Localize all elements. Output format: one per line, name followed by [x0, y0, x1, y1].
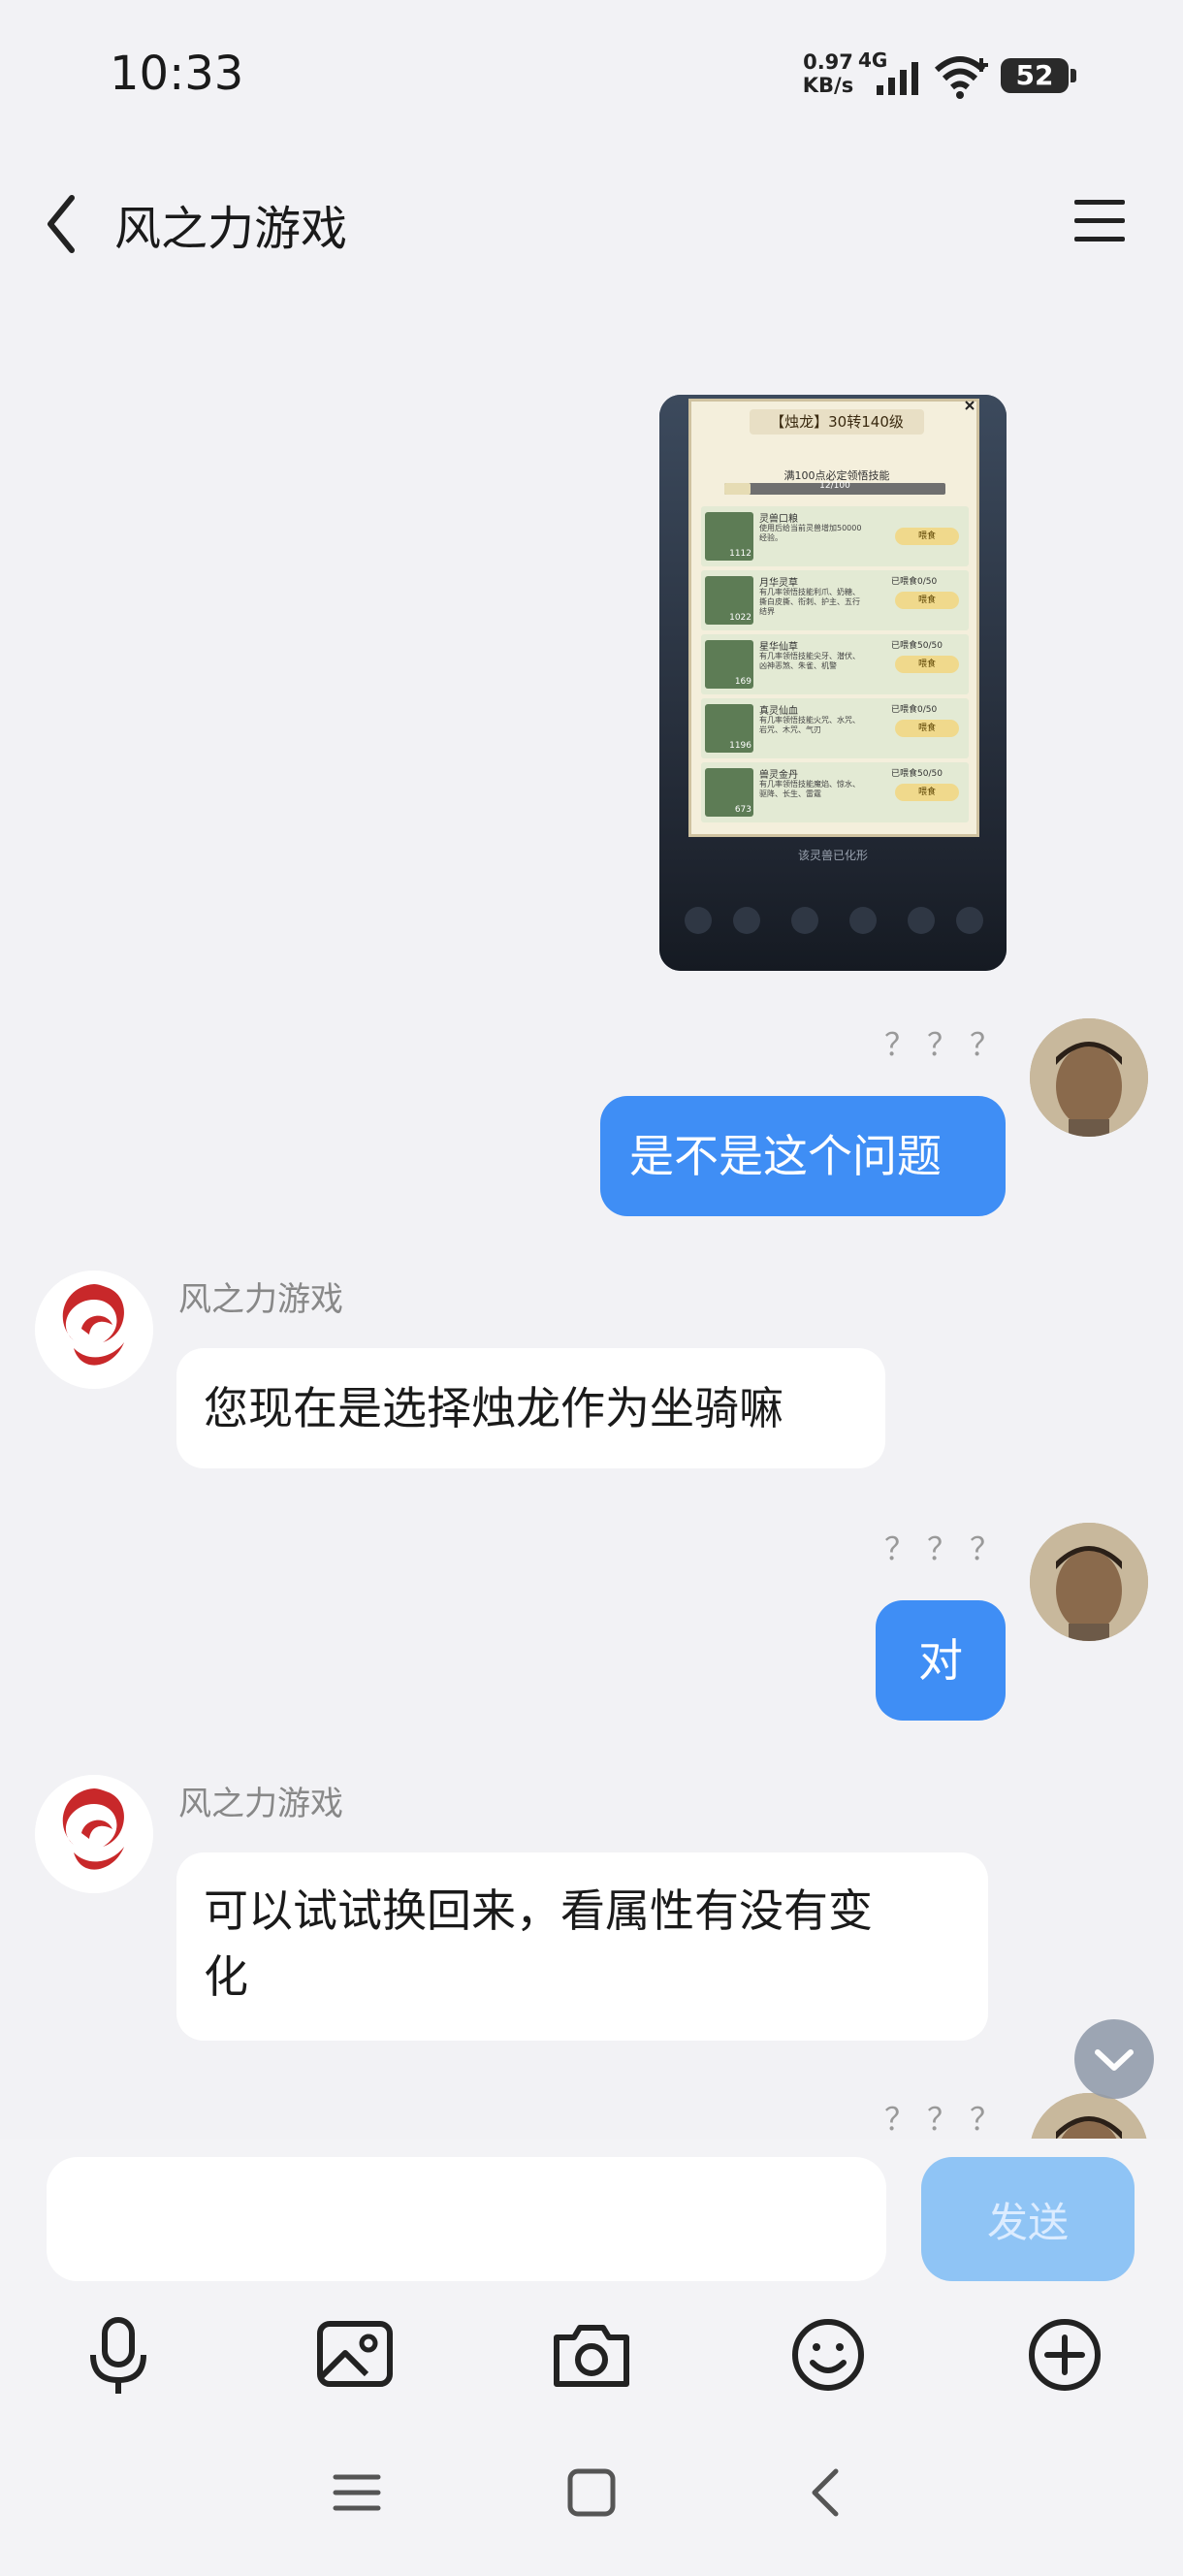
nav-home-icon[interactable]	[553, 2454, 630, 2531]
send-button[interactable]: 发送	[921, 2157, 1135, 2281]
message-text: 您现在是选择烛龙作为坐骑嘛	[204, 1382, 783, 1434]
user-avatar-image	[1030, 1523, 1148, 1641]
user-avatar-image	[1030, 1018, 1148, 1137]
item-status: 已喂食50/50	[891, 769, 943, 779]
network-speed-unit: KB/s	[802, 74, 854, 97]
chat-title: 风之力游戏	[114, 202, 348, 256]
feed-button[interactable]: 喂食	[895, 656, 959, 673]
user-avatar[interactable]	[1030, 1018, 1148, 1137]
image-footer: 该灵兽已化形	[797, 849, 868, 862]
network-speed-value: 0.97	[803, 50, 853, 74]
battery-indicator: 52	[1001, 58, 1076, 93]
message-text: 对	[918, 1634, 963, 1687]
emoji-icon[interactable]	[782, 2308, 875, 2401]
item-name: 星华仙草	[759, 642, 798, 653]
nav-menu-icon[interactable]	[318, 2454, 396, 2531]
feed-item-row: 1196 真灵仙血 已喂食0/50 有几率领悟技能火咒、水咒、岩咒、木咒、气刃 喂食	[701, 698, 969, 758]
feed-item-row: 1022 月华灵草 已喂食0/50 有几率领悟技能利爪、奶糖、撕白皮撕、衔刺、护主、五…	[701, 570, 969, 630]
sender-name: 风之力游戏	[178, 1280, 343, 1319]
read-marks: ？？？	[884, 1026, 1013, 1063]
sender-name: 风之力游戏	[178, 1785, 343, 1823]
skill-progress-bar: 12/100	[724, 481, 945, 495]
feed-button[interactable]: 喂食	[895, 720, 959, 737]
feed-item-row: 1112 灵兽口粮 使用后给当前灵兽增加50000经验。 喂食	[701, 506, 969, 566]
item-name: 灵兽口粮	[759, 514, 798, 525]
item-name: 月华灵草	[759, 578, 798, 589]
item-desc: 有几率领悟技能魔焰、惊水、驱降、长生、雷霆	[759, 780, 860, 798]
status-time: 10:33	[110, 47, 244, 101]
feed-button[interactable]: 喂食	[895, 528, 959, 545]
image-icon[interactable]	[308, 2308, 401, 2401]
game-bottom-bar	[679, 903, 987, 938]
message-text: 是不是这个问题	[629, 1130, 942, 1182]
camera-icon[interactable]	[545, 2308, 638, 2401]
bot-avatar[interactable]	[35, 1775, 153, 1893]
feed-panel: 【烛龙】30转140级 满100点必定领悟技能 12/100 1112 灵兽口粮使…	[688, 399, 979, 837]
item-desc: 使用后给当前灵兽增加50000经验。	[759, 524, 862, 542]
incoming-message-bubble[interactable]: 可以试试换回来，看属性有没有变 化	[176, 1852, 988, 2041]
item-status: 已喂食0/50	[891, 577, 938, 587]
close-icon	[834, 399, 979, 416]
message-text-line: 化	[204, 1950, 248, 2003]
item-count: 1112	[729, 549, 751, 559]
feed-item-row: 673 兽灵金丹 已喂食50/50 有几率领悟技能魔焰、惊水、驱降、长生、雷霆 喂食	[701, 762, 969, 822]
chevron-down-icon	[1095, 2049, 1134, 2071]
message-text-line: 可以试试换回来，看属性有没有变	[204, 1884, 873, 1937]
item-desc: 有几率领悟技能火咒、水咒、岩咒、木咒、气刃	[759, 716, 860, 734]
item-name: 兽灵金丹	[759, 770, 798, 781]
fengzhili-logo-icon	[35, 1271, 153, 1389]
item-desc: 有几率领悟技能尖牙、潜伏、凶神恶煞、朱雀、机警	[759, 652, 860, 670]
item-count: 169	[734, 677, 751, 687]
scroll-to-bottom-button[interactable]	[1074, 2019, 1154, 2099]
message-text: 可以试试换回来，看属性有没有变 化	[176, 1852, 988, 2010]
add-icon[interactable]	[1018, 2308, 1111, 2401]
feed-button[interactable]: 喂食	[895, 592, 959, 609]
fengzhili-logo-icon	[35, 1775, 153, 1893]
outgoing-message-bubble[interactable]: 是不是这个问题	[600, 1096, 1006, 1216]
item-desc: 有几率领悟技能利爪、奶糖、撕白皮撕、衔刺、护主、五行结界	[759, 588, 860, 616]
skill-progress-text: 12/100	[819, 481, 850, 491]
incoming-message-bubble[interactable]: 您现在是选择烛龙作为坐骑嘛	[176, 1348, 885, 1468]
item-count: 1196	[729, 741, 751, 751]
item-count: 673	[734, 805, 751, 815]
read-marks: ？？？	[884, 2101, 1013, 2138]
item-status: 已喂食50/50	[891, 641, 943, 651]
item-name: 真灵仙血	[759, 706, 798, 717]
wifi-icon	[934, 56, 988, 99]
network-speed: 0.97 KB/s	[801, 50, 855, 97]
menu-button[interactable]	[1071, 194, 1129, 248]
shared-screenshot[interactable]: 【烛龙】30转140级 满100点必定领悟技能 12/100 1112 灵兽口粮使…	[659, 395, 1007, 971]
item-count: 1022	[729, 613, 751, 623]
read-marks: ？？？	[884, 1530, 1013, 1567]
outgoing-message-bubble[interactable]: 对	[876, 1600, 1006, 1721]
item-status: 已喂食0/50	[891, 705, 938, 715]
back-button[interactable]	[39, 190, 87, 258]
user-avatar[interactable]	[1030, 1523, 1148, 1641]
signal-icon	[877, 62, 918, 95]
feed-item-row: 169 星华仙草 已喂食50/50 有几率领悟技能尖牙、潜伏、凶神恶煞、朱雀、机警 喂食	[701, 634, 969, 694]
microphone-icon[interactable]	[72, 2308, 165, 2401]
feed-button[interactable]: 喂食	[895, 784, 959, 801]
bot-avatar[interactable]	[35, 1271, 153, 1389]
message-input[interactable]	[47, 2157, 886, 2281]
nav-back-icon[interactable]	[787, 2454, 865, 2531]
